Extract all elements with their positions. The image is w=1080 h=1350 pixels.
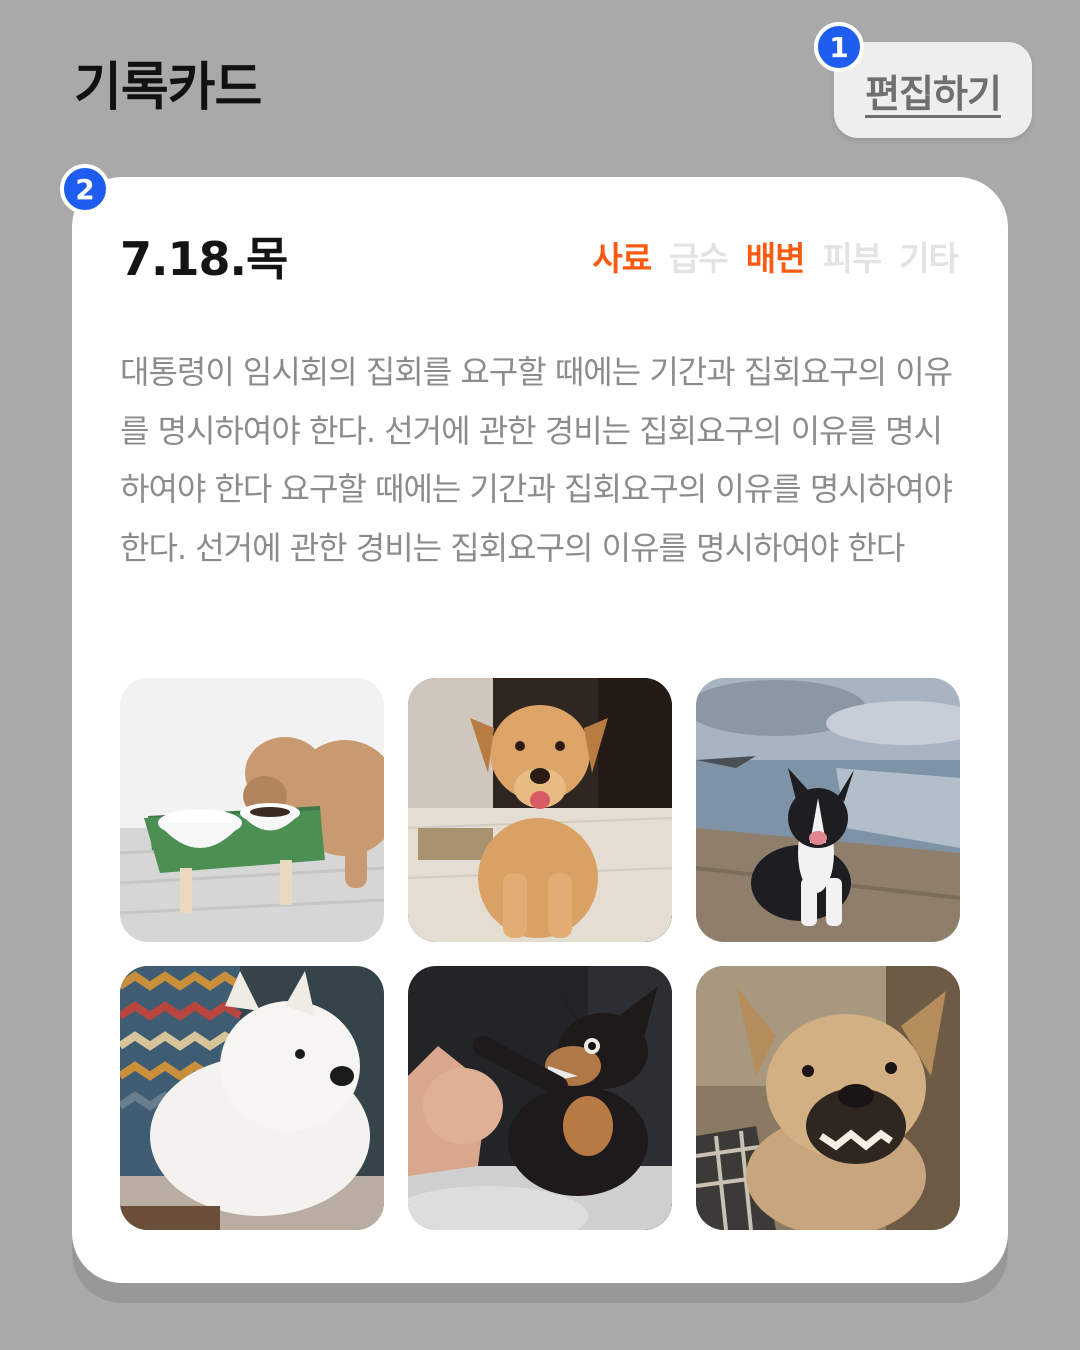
edit-button-label: 편집하기 (865, 71, 1002, 116)
page-title: 기록카드 (74, 58, 262, 118)
tag-food[interactable]: 사료 (592, 237, 652, 281)
category-tags: 사료 급수 배변 피부 기타 (592, 237, 959, 281)
border-collie-seaside-photo (696, 678, 960, 942)
annotation-marker-2: 2 (60, 164, 110, 214)
photo-2[interactable] (408, 678, 672, 942)
chihuahua-growling-photo (408, 966, 672, 1230)
tag-skin[interactable]: 피부 (823, 237, 883, 281)
smiling-dog-photo (408, 678, 672, 942)
photo-6[interactable] (696, 966, 960, 1230)
photo-4[interactable] (120, 966, 384, 1230)
card-date: 7.18.목 (120, 232, 288, 286)
photo-1[interactable] (120, 678, 384, 942)
photo-3[interactable] (696, 678, 960, 942)
photo-5[interactable] (408, 966, 672, 1230)
tag-etc[interactable]: 기타 (899, 237, 959, 281)
tag-water[interactable]: 급수 (669, 237, 729, 281)
photo-grid (120, 678, 960, 1230)
annotation-marker-1: 1 (814, 22, 864, 72)
card-body-text: 대통령이 임시회의 집회를 요구할 때에는 기간과 집회요구의 이유를 명시하여… (120, 353, 953, 567)
edit-button[interactable]: 편집하기 (834, 42, 1032, 138)
poodle-eating-photo (120, 678, 384, 942)
record-card: 7.18.목 사료 급수 배변 피부 기타 대통령이 임시회의 집회를 요구할 … (72, 177, 1008, 1283)
westie-photo (120, 966, 384, 1230)
tag-bowel[interactable]: 배변 (746, 237, 806, 281)
snarling-dog-photo (696, 966, 960, 1230)
